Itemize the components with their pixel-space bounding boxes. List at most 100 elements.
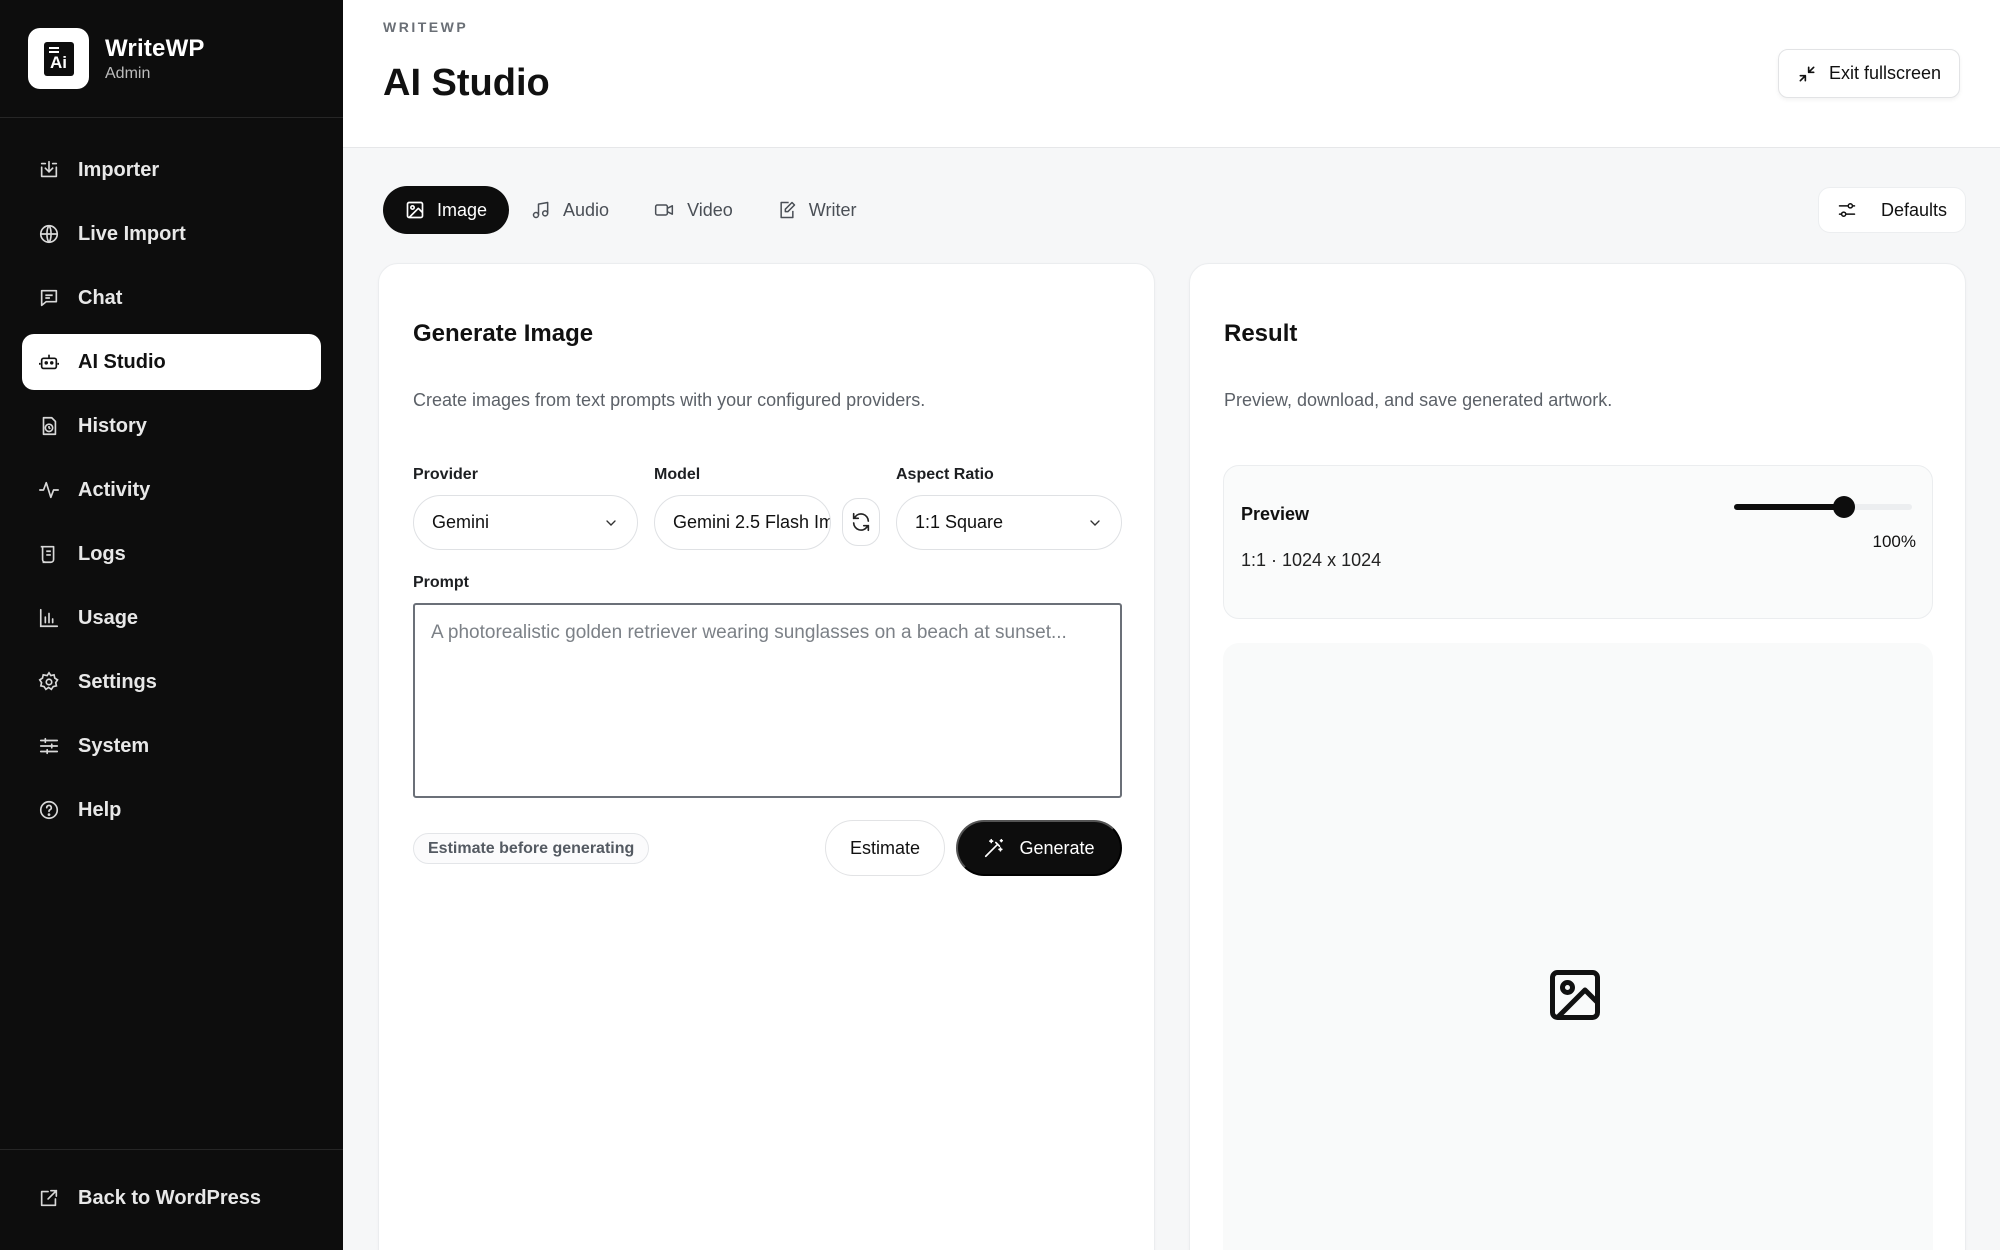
generate-button[interactable]: Generate	[956, 820, 1122, 876]
sidebar-item-ai-studio[interactable]: AI Studio	[22, 334, 321, 390]
preview-dimensions: 1:1 · 1024 x 1024	[1241, 550, 1382, 570]
sliders-icon	[39, 737, 59, 755]
help-icon	[39, 800, 59, 820]
brand[interactable]: Ai WriteWP Admin	[0, 0, 343, 118]
provider-value: Gemini	[432, 512, 490, 532]
sliders-icon	[1838, 203, 1856, 217]
magic-wand-icon	[985, 838, 1004, 858]
page-title: AI Studio	[383, 62, 550, 104]
sidebar-item-label: Importer	[78, 158, 160, 181]
activity-icon	[39, 481, 59, 499]
tab-image[interactable]: Image	[383, 186, 510, 234]
studio-tabs: Image Audio Video Writer	[383, 186, 878, 234]
aspect-ratio-label: Aspect Ratio	[896, 466, 994, 483]
defaults-button[interactable]: Defaults	[1817, 187, 1966, 233]
zoom-slider-thumb[interactable]	[1833, 496, 1855, 518]
generate-label: Generate	[1019, 837, 1095, 858]
history-icon	[42, 416, 57, 436]
sidebar-item-usage[interactable]: Usage	[22, 590, 321, 646]
tab-writer[interactable]: Writer	[755, 186, 879, 234]
chat-icon	[40, 289, 58, 307]
tab-label: Image	[437, 199, 488, 220]
result-card: Result Preview, download, and save gener…	[1189, 263, 1966, 1250]
preview-label: Preview	[1241, 504, 1310, 524]
sidebar-item-importer[interactable]: Importer	[22, 142, 321, 198]
sidebar-item-help[interactable]: Help	[22, 782, 321, 838]
image-preview-area	[1223, 643, 1933, 1250]
brand-title: WriteWP	[105, 34, 205, 62]
music-icon	[532, 201, 549, 219]
image-icon	[406, 201, 424, 219]
sidebar-item-chat[interactable]: Chat	[22, 270, 321, 326]
aspect-ratio-select[interactable]: 1:1 Square	[896, 495, 1122, 550]
minimize-icon	[1799, 66, 1815, 81]
sidebar-item-live-import[interactable]: Live Import	[22, 206, 321, 262]
robot-icon	[39, 354, 59, 370]
card-description: Preview, download, and save generated ar…	[1224, 390, 1613, 410]
estimate-hint-badge: Estimate before generating	[413, 833, 650, 864]
prompt-label: Prompt	[413, 574, 469, 591]
aspect-ratio-value: 1:1 Square	[915, 512, 1004, 532]
tab-label: Audio	[563, 199, 610, 220]
sidebar-nav: Importer Live Import Chat AI Studio Hist…	[0, 118, 343, 838]
app-logo: Ai	[28, 28, 89, 89]
exit-fullscreen-label: Exit fullscreen	[1828, 63, 1941, 83]
defaults-label: Defaults	[1880, 199, 1947, 220]
sidebar-item-label: Help	[78, 798, 122, 821]
back-to-wordpress-link[interactable]: Back to WordPress	[22, 1170, 321, 1226]
refresh-icon	[852, 512, 870, 532]
sidebar-item-label: Live Import	[78, 222, 186, 245]
gear-icon	[38, 671, 59, 691]
tab-label: Writer	[808, 199, 857, 220]
sidebar-item-system[interactable]: System	[22, 718, 321, 774]
edit-icon	[780, 201, 796, 219]
sidebar: Ai WriteWP Admin Importer Live Import Ch…	[0, 0, 343, 1250]
exit-fullscreen-button[interactable]: Exit fullscreen	[1777, 49, 1960, 98]
sidebar-footer: Back to WordPress	[0, 1149, 343, 1250]
sidebar-item-label: History	[78, 414, 147, 437]
brand-subtitle: Admin	[105, 64, 151, 82]
sidebar-item-activity[interactable]: Activity	[22, 462, 321, 518]
card-title: Result	[1224, 320, 1298, 347]
provider-select[interactable]: Gemini	[413, 495, 638, 550]
model-value: Gemini 2.5 Flash Im	[673, 512, 831, 532]
sidebar-item-history[interactable]: History	[22, 398, 321, 454]
chevron-down-icon	[606, 520, 616, 526]
card-description: Create images from text prompts with you…	[413, 390, 926, 410]
sidebar-item-logs[interactable]: Logs	[22, 526, 321, 582]
tab-audio[interactable]: Audio	[509, 186, 631, 234]
sidebar-item-label: Logs	[78, 542, 126, 565]
refresh-models-button[interactable]	[842, 498, 880, 546]
logs-icon	[40, 545, 55, 564]
sidebar-item-settings[interactable]: Settings	[22, 654, 321, 710]
sidebar-item-label: System	[78, 734, 150, 757]
tab-label: Video	[687, 199, 733, 220]
model-label: Model	[654, 466, 701, 483]
chevron-down-icon	[1090, 520, 1100, 526]
sidebar-item-label: Settings	[78, 670, 157, 693]
provider-label: Provider	[413, 466, 478, 483]
sidebar-item-label: AI Studio	[78, 350, 166, 373]
sidebar-item-label: Back to WordPress	[78, 1186, 262, 1209]
import-icon	[40, 160, 58, 178]
image-placeholder-icon	[1550, 970, 1600, 1020]
generate-image-card: Generate Image Create images from text p…	[378, 263, 1155, 1250]
sidebar-item-label: Chat	[78, 286, 123, 309]
prompt-textarea[interactable]	[413, 603, 1122, 798]
logo-text: Ai	[50, 52, 67, 72]
model-select[interactable]: Gemini 2.5 Flash Im	[654, 495, 831, 550]
card-title: Generate Image	[413, 320, 594, 347]
video-icon	[654, 204, 674, 216]
zoom-slider[interactable]	[1734, 496, 1912, 518]
zoom-value: 100%	[1872, 532, 1916, 551]
tab-video[interactable]: Video	[631, 186, 755, 234]
estimate-button[interactable]: Estimate	[825, 820, 946, 876]
breadcrumb: WRITEWP	[383, 19, 469, 35]
globe-icon	[39, 224, 59, 244]
zoom-slider-fill	[1734, 504, 1844, 510]
sidebar-item-label: Activity	[78, 478, 151, 501]
external-link-icon	[40, 1189, 58, 1207]
page-header: WRITEWP AI Studio Exit fullscreen	[343, 0, 2000, 148]
preview-panel: Preview 1:1 · 1024 x 1024 100%	[1223, 465, 1933, 619]
sidebar-item-label: Usage	[78, 606, 139, 629]
